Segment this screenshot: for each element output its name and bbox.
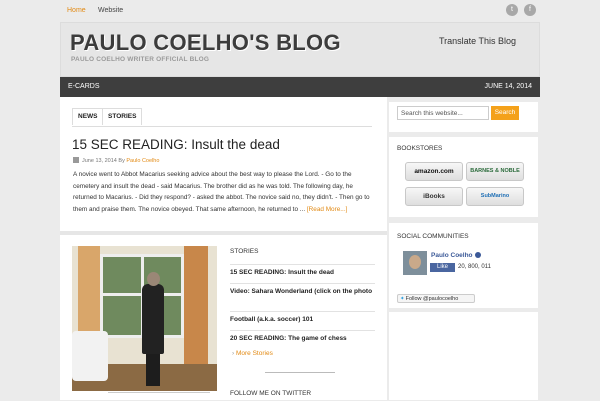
ibooks-store-button[interactable]: iBooks	[405, 187, 463, 206]
verified-icon	[474, 252, 481, 258]
twitter-bird-icon: ✦	[400, 296, 405, 302]
bookstores-heading: BOOKSTORES	[397, 145, 443, 152]
top-navigation: Home Website t f	[0, 0, 600, 22]
divider	[265, 372, 335, 373]
read-more-link[interactable]: [Read More...]	[307, 206, 348, 213]
avatar[interactable]	[403, 251, 427, 275]
facebook-page-label: Paulo Coelho	[431, 252, 473, 259]
story-link[interactable]: 15 SEC READING: Insult the dead	[230, 264, 375, 278]
search-button[interactable]: Search	[491, 106, 519, 120]
featured-photo[interactable]	[72, 246, 217, 391]
story-link[interactable]: 20 SEC READING: The game of chess	[230, 330, 375, 344]
current-date: JUNE 14, 2014	[484, 83, 532, 90]
social-communities-heading: SOCIAL COMMUNITIES	[397, 233, 469, 240]
post-meta: June 13, 2014 By Paulo Coelho	[73, 157, 159, 164]
amazon-store-button[interactable]: amazon.com	[405, 162, 463, 181]
translate-blog-link[interactable]: Translate This Blog	[439, 36, 516, 46]
submarino-store-button[interactable]: SubMarino	[466, 187, 524, 206]
post-author-link[interactable]: Paulo Coelho	[126, 158, 159, 164]
post-date: June 13, 2014	[82, 158, 117, 164]
twitter-follow-button[interactable]: ✦Follow @paulocoelho	[397, 294, 475, 303]
main-menubar: E-CARDS JUNE 14, 2014	[60, 77, 540, 97]
twitter-follow-label: Follow @paulocoelho	[405, 296, 459, 302]
follow-twitter-heading: FOLLOW ME ON TWITTER	[230, 390, 312, 397]
post-by: By	[118, 158, 125, 164]
more-stories-label: More Stories	[235, 350, 273, 357]
arrow-right-icon: ›	[232, 350, 235, 357]
post-title[interactable]: 15 SEC READING: Insult the dead	[72, 137, 280, 152]
category-tabs: NEWS STORIES	[72, 108, 372, 127]
facebook-like-button[interactable]: Like	[430, 263, 455, 272]
facebook-page-name[interactable]: Paulo Coelho	[431, 252, 481, 259]
blog-title[interactable]: PAULO COELHO'S BLOG	[70, 30, 341, 56]
more-stories-link[interactable]: › More Stories	[232, 350, 273, 357]
post-excerpt: A novice went to Abbot Macarius seeking …	[73, 169, 373, 215]
section-divider	[60, 231, 387, 235]
twitter-icon[interactable]: t	[506, 4, 518, 16]
story-link[interactable]: Video: Sahara Wonderland (click on the p…	[230, 283, 375, 297]
search-input[interactable]: Search this website...	[397, 106, 489, 120]
nav-home-link[interactable]: Home	[67, 7, 86, 14]
story-link[interactable]: Football (a.k.a. soccer) 101	[230, 311, 375, 325]
tab-stories[interactable]: STORIES	[102, 108, 143, 125]
stories-heading: STORIES	[230, 248, 259, 255]
barnes-noble-store-button[interactable]: BARNES & NOBLE	[466, 162, 524, 181]
menu-item-ecards[interactable]: E-CARDS	[68, 83, 100, 90]
nav-website-link[interactable]: Website	[98, 7, 123, 14]
blog-tagline: PAULO COELHO WRITER OFFICIAL BLOG	[71, 56, 210, 63]
calendar-icon	[73, 157, 79, 163]
tab-news[interactable]: NEWS	[72, 108, 104, 125]
facebook-icon[interactable]: f	[524, 4, 536, 16]
facebook-like-count: 20, 800, 011	[458, 264, 491, 270]
sidebar-widget	[389, 312, 538, 400]
